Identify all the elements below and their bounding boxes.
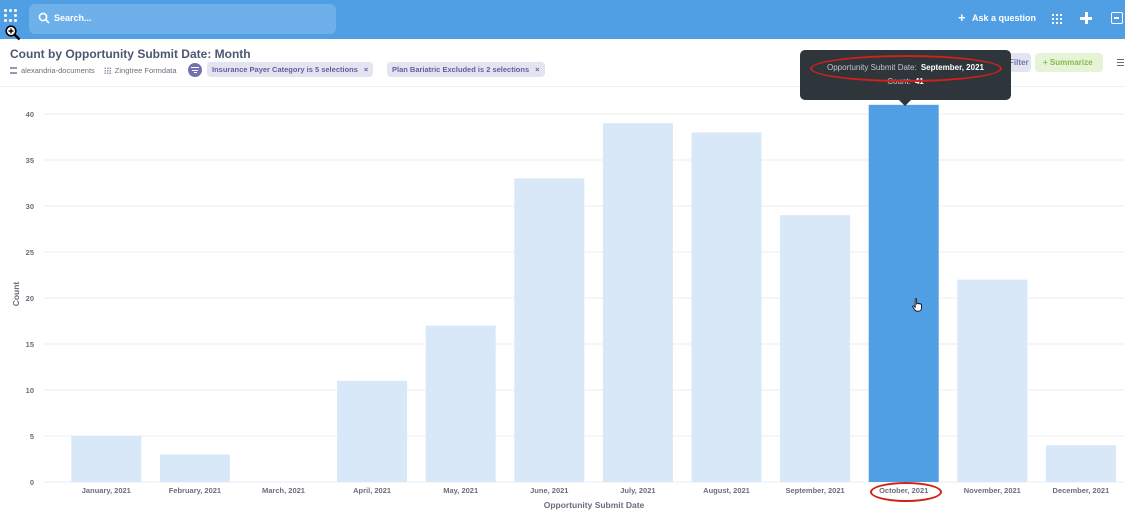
y-tick-label: 25 — [26, 248, 34, 257]
search-icon — [38, 12, 50, 24]
filter-chip-label: Plan Bariatric Excluded is 2 selections — [392, 65, 530, 74]
x-axis-title: Opportunity Submit Date — [544, 500, 645, 510]
filter-chip-label: Insurance Payer Category is 5 selections — [212, 65, 358, 74]
activity-panel-icon[interactable] — [1111, 12, 1123, 24]
table-name[interactable]: Zingtree Formdata — [115, 66, 177, 75]
filter-chip-insurance-payer[interactable]: Insurance Payer Category is 5 selections… — [207, 62, 374, 77]
annotation-ellipse-tooltip — [810, 55, 1002, 82]
x-tick-label: March, 2021 — [262, 486, 305, 495]
bar[interactable] — [159, 454, 230, 482]
remove-filter-icon[interactable]: × — [364, 65, 368, 74]
filter-toggle-icon[interactable] — [188, 63, 202, 77]
y-tick-label: 10 — [26, 386, 34, 395]
x-tick-label: August, 2021 — [703, 486, 750, 495]
top-navigation-bar: Search... + Ask a question — [0, 0, 1125, 39]
x-tick-label: April, 2021 — [353, 486, 391, 495]
question-source: alexandria-documents Zingtree Formdata — [10, 66, 177, 75]
annotation-ellipse-axis-label — [870, 482, 942, 502]
bar[interactable] — [957, 279, 1028, 482]
database-name[interactable]: alexandria-documents — [21, 66, 95, 75]
y-tick-label: 15 — [26, 340, 34, 349]
x-tick-label: November, 2021 — [964, 486, 1021, 495]
bar[interactable] — [780, 215, 851, 482]
y-tick-label: 20 — [26, 294, 34, 303]
x-tick-label: December, 2021 — [1053, 486, 1110, 495]
y-axis-title: Count — [11, 282, 21, 307]
database-icon — [10, 67, 17, 74]
x-tick-label: January, 2021 — [82, 486, 131, 495]
bar[interactable] — [691, 132, 762, 482]
y-tick-label: 40 — [26, 110, 34, 119]
ask-a-question-button[interactable]: + Ask a question — [958, 10, 1037, 25]
bar[interactable] — [868, 104, 939, 483]
search-placeholder: Search... — [54, 13, 92, 23]
bar[interactable] — [71, 436, 142, 482]
y-tick-label: 5 — [30, 432, 34, 441]
settings-icon[interactable] — [1117, 59, 1124, 67]
table-icon — [103, 67, 111, 74]
ask-a-question-label: Ask a question — [972, 13, 1037, 23]
y-tick-label: 30 — [26, 202, 34, 211]
metabase-logo-icon[interactable] — [4, 9, 20, 25]
bar[interactable] — [1045, 445, 1116, 482]
remove-filter-icon[interactable]: × — [535, 65, 539, 74]
x-tick-label: June, 2021 — [530, 486, 568, 495]
plus-icon: + — [958, 10, 966, 25]
y-tick-label: 35 — [26, 156, 34, 165]
summarize-button[interactable]: + Summarize — [1035, 53, 1103, 72]
x-tick-label: September, 2021 — [785, 486, 844, 495]
hand-pointer-cursor-icon — [912, 298, 922, 312]
x-tick-label: May, 2021 — [443, 486, 478, 495]
apps-grid-icon[interactable] — [1052, 14, 1062, 24]
new-plus-icon[interactable] — [1079, 11, 1093, 25]
bar[interactable] — [425, 325, 496, 482]
bar[interactable] — [514, 178, 585, 482]
x-tick-label: February, 2021 — [169, 486, 221, 495]
question-title[interactable]: Count by Opportunity Submit Date: Month — [10, 47, 251, 61]
bar-chart: 0 5 10 15 20 25 30 35 40 January, 2021 February, 2… — [11, 104, 1125, 510]
bar[interactable] — [337, 380, 408, 482]
x-tick-label: July, 2021 — [620, 486, 655, 495]
search-bar[interactable]: Search... — [29, 4, 336, 34]
zoom-in-cursor-icon — [5, 25, 21, 41]
y-tick-label: 0 — [30, 478, 34, 487]
bar[interactable] — [602, 123, 673, 482]
filter-chip-plan-bariatric[interactable]: Plan Bariatric Excluded is 2 selections × — [387, 62, 545, 77]
